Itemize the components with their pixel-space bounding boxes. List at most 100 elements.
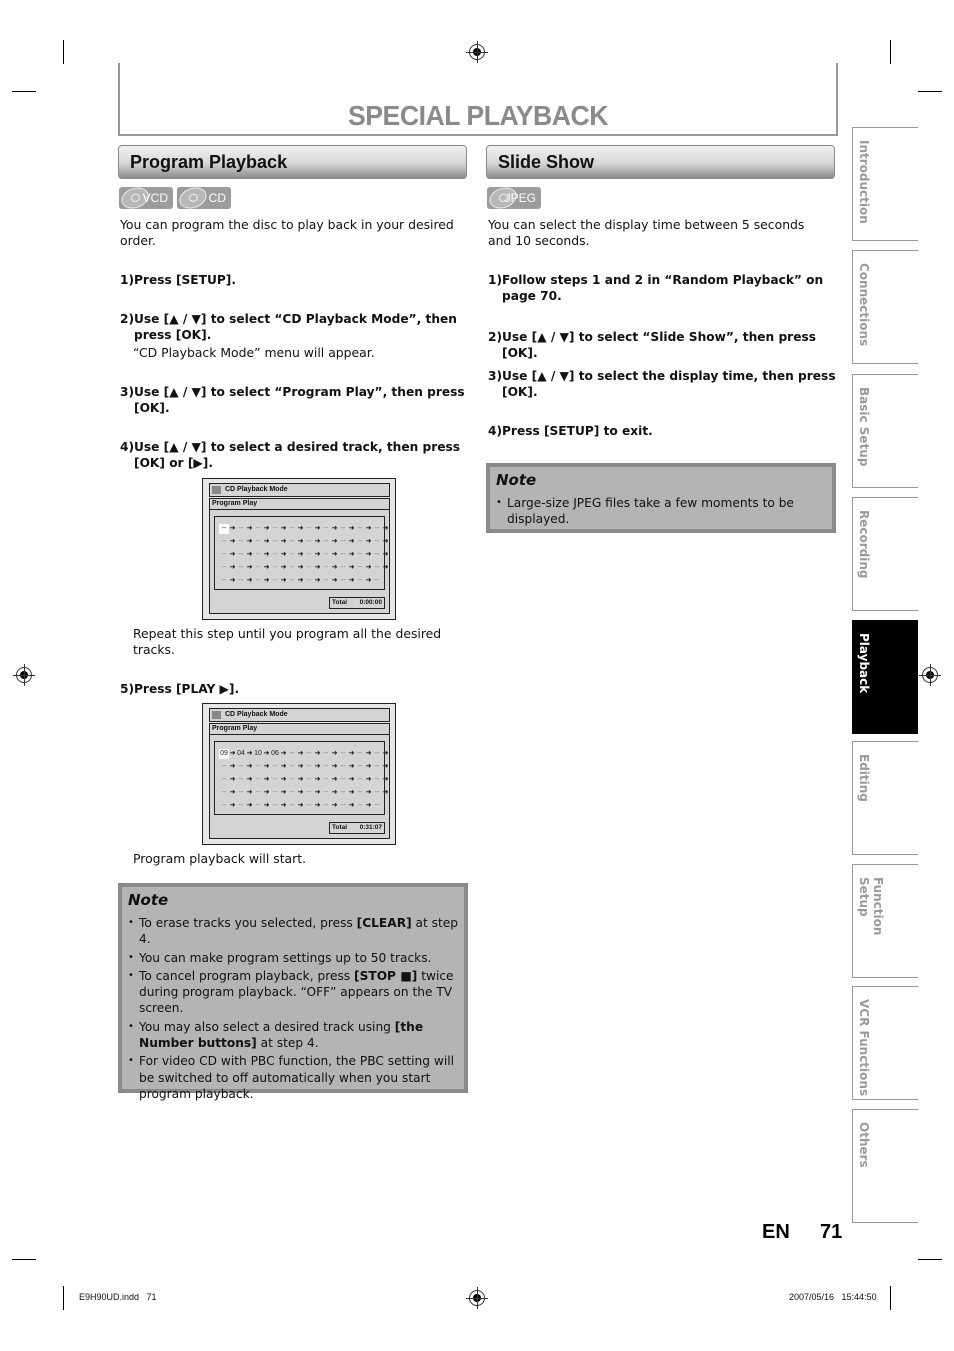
page-title: SPECIAL PLAYBACK [348, 100, 608, 131]
track-slot: -- [289, 538, 295, 545]
track-slot: -- [357, 789, 363, 796]
tab-vcr-functions[interactable]: VCR Functions [852, 986, 918, 1100]
track-slot: -- [255, 789, 261, 796]
arrow-right-icon: ➜ [280, 525, 287, 532]
arrow-right-icon: ➜ [229, 750, 236, 757]
track-slot: -- [340, 750, 346, 757]
footer-timestamp: 2007/05/16 15:44:50 [789, 1292, 877, 1302]
track-slot: -- [323, 802, 329, 809]
tab-editing[interactable]: Editing [852, 741, 918, 855]
arrow-right-icon: ➜ [331, 525, 338, 532]
track-slot: -- [272, 564, 278, 571]
track-row: -- ➜ -- ➜ -- ➜ -- ➜ -- ➜ -- ➜ -- ➜ -- ➜ -- ➜ -- [219, 801, 382, 811]
arrow-right-icon: ➜ [365, 577, 372, 584]
step-2: 2) Use [▲ / ▼] to select “Slide Show”, t… [488, 330, 816, 360]
track-slot: -- [238, 802, 244, 809]
jpeg-badge: JPEG [486, 183, 541, 213]
arrow-right-icon: ➜ [246, 763, 253, 770]
track-slot: -- [323, 538, 329, 545]
arrow-right-icon: ➜ [331, 776, 338, 783]
track-slot: -- [323, 763, 329, 770]
footer-file-info: E9H90UD.indd 71 [79, 1292, 157, 1302]
arrow-right-icon: ➜ [348, 776, 355, 783]
track-slot: 09 [219, 749, 229, 759]
arrow-right-icon: ➜ [229, 577, 236, 584]
title-frame: SPECIAL PLAYBACK [118, 63, 838, 136]
arrow-right-icon: ➜ [314, 750, 321, 757]
track-slot: 04 [237, 750, 245, 757]
tab-label: Introduction [857, 140, 871, 224]
track-slot: -- [374, 551, 380, 558]
tab-basic-setup[interactable]: Basic Setup [852, 374, 918, 488]
track-slot: -- [221, 776, 227, 783]
osd-menu-title-bar: CD Playback Mode [209, 708, 390, 722]
note-box-program: Note To erase tracks you selected, press… [118, 883, 468, 1101]
arrow-right-icon: ➜ [280, 763, 287, 770]
note-item: You may also select a desired track usin… [128, 1019, 462, 1052]
tab-label: Connections [857, 263, 871, 347]
tab-connections[interactable]: Connections [852, 250, 918, 364]
track-slot: -- [374, 802, 380, 809]
arrow-right-icon: ➜ [246, 564, 253, 571]
step-5: 5) Press [PLAY ▶]. [120, 682, 240, 696]
step-5-result: Program playback will start. [133, 851, 307, 866]
track-slot: -- [238, 776, 244, 783]
arrow-right-icon: ➜ [280, 551, 287, 558]
page-number: 71 [820, 1221, 843, 1243]
cd-badge: CD [176, 183, 231, 213]
track-row: 09 ➜ 04 ➜ 10 ➜ 06 ➜ -- ➜ -- ➜ -- ➜ -- ➜ -- ➜ -- ➜ [219, 749, 389, 759]
arrow-right-icon: ➜ [246, 802, 253, 809]
arrow-right-icon: ➜ [297, 802, 304, 809]
arrow-right-icon: ➜ [382, 551, 389, 558]
arrow-right-icon: ➜ [348, 564, 355, 571]
track-slot: -- [289, 789, 295, 796]
track-slot: -- [306, 789, 312, 796]
track-slot: -- [272, 776, 278, 783]
note-title: Note [128, 891, 169, 909]
step-1: 1) Press [SETUP]. [120, 273, 236, 287]
arrow-right-icon: ➜ [314, 551, 321, 558]
arrow-right-icon: ➜ [229, 789, 236, 796]
track-slot: -- [306, 763, 312, 770]
track-slot: -- [374, 577, 380, 584]
crop-mark [63, 1286, 64, 1310]
tab-recording[interactable]: Recording [852, 497, 918, 611]
arrow-right-icon: ➜ [314, 564, 321, 571]
tab-introduction[interactable]: Introduction [852, 127, 918, 241]
tab-playback[interactable]: Playback [852, 620, 918, 734]
track-slot: -- [374, 750, 380, 757]
arrow-right-icon: ➜ [365, 525, 372, 532]
tab-function-setup[interactable]: Function Setup [852, 864, 918, 978]
arrow-right-icon: ➜ [348, 538, 355, 545]
osd-panel: 09 ➜ 04 ➜ 10 ➜ 06 ➜ -- ➜ -- ➜ -- ➜ -- ➜ -- ➜ -- ➜ -- ➜ -- ➜ -- ➜ -… [209, 734, 390, 839]
track-slot: -- [323, 776, 329, 783]
arrow-right-icon: ➜ [280, 564, 287, 571]
track-slot: -- [238, 564, 244, 571]
track-slot: -- [340, 564, 346, 571]
track-slot: -- [306, 551, 312, 558]
tab-others[interactable]: Others [852, 1109, 918, 1223]
crop-mark [890, 1286, 891, 1310]
track-slot: -- [357, 538, 363, 545]
arrow-right-icon: ➜ [280, 577, 287, 584]
track-slot: -- [238, 538, 244, 545]
track-slot: -- [306, 776, 312, 783]
track-slot: -- [357, 577, 363, 584]
track-row: -- ➜ -- ➜ -- ➜ -- ➜ -- ➜ -- ➜ -- ➜ -- ➜ -- ➜ -- [219, 576, 382, 586]
track-slot: -- [255, 802, 261, 809]
track-slot: 10 [254, 750, 262, 757]
track-slot: -- [221, 802, 227, 809]
arrow-right-icon: ➜ [382, 789, 389, 796]
note-item: For video CD with PBC function, the PBC … [128, 1053, 462, 1102]
track-slot: -- [340, 577, 346, 584]
track-slot: -- [221, 538, 227, 545]
arrow-right-icon: ➜ [246, 577, 253, 584]
track-slot: -- [221, 564, 227, 571]
section-title: Slide Show [498, 152, 595, 172]
step-4: 4) Press [SETUP] to exit. [488, 424, 653, 438]
arrow-right-icon: ➜ [263, 551, 270, 558]
track-row: -- ➜ -- ➜ -- ➜ -- ➜ -- ➜ -- ➜ -- ➜ -- ➜ -- ➜ -- ➜ [219, 775, 389, 785]
track-slot: -- [357, 750, 363, 757]
arrow-right-icon: ➜ [229, 763, 236, 770]
arrow-right-icon: ➜ [348, 763, 355, 770]
